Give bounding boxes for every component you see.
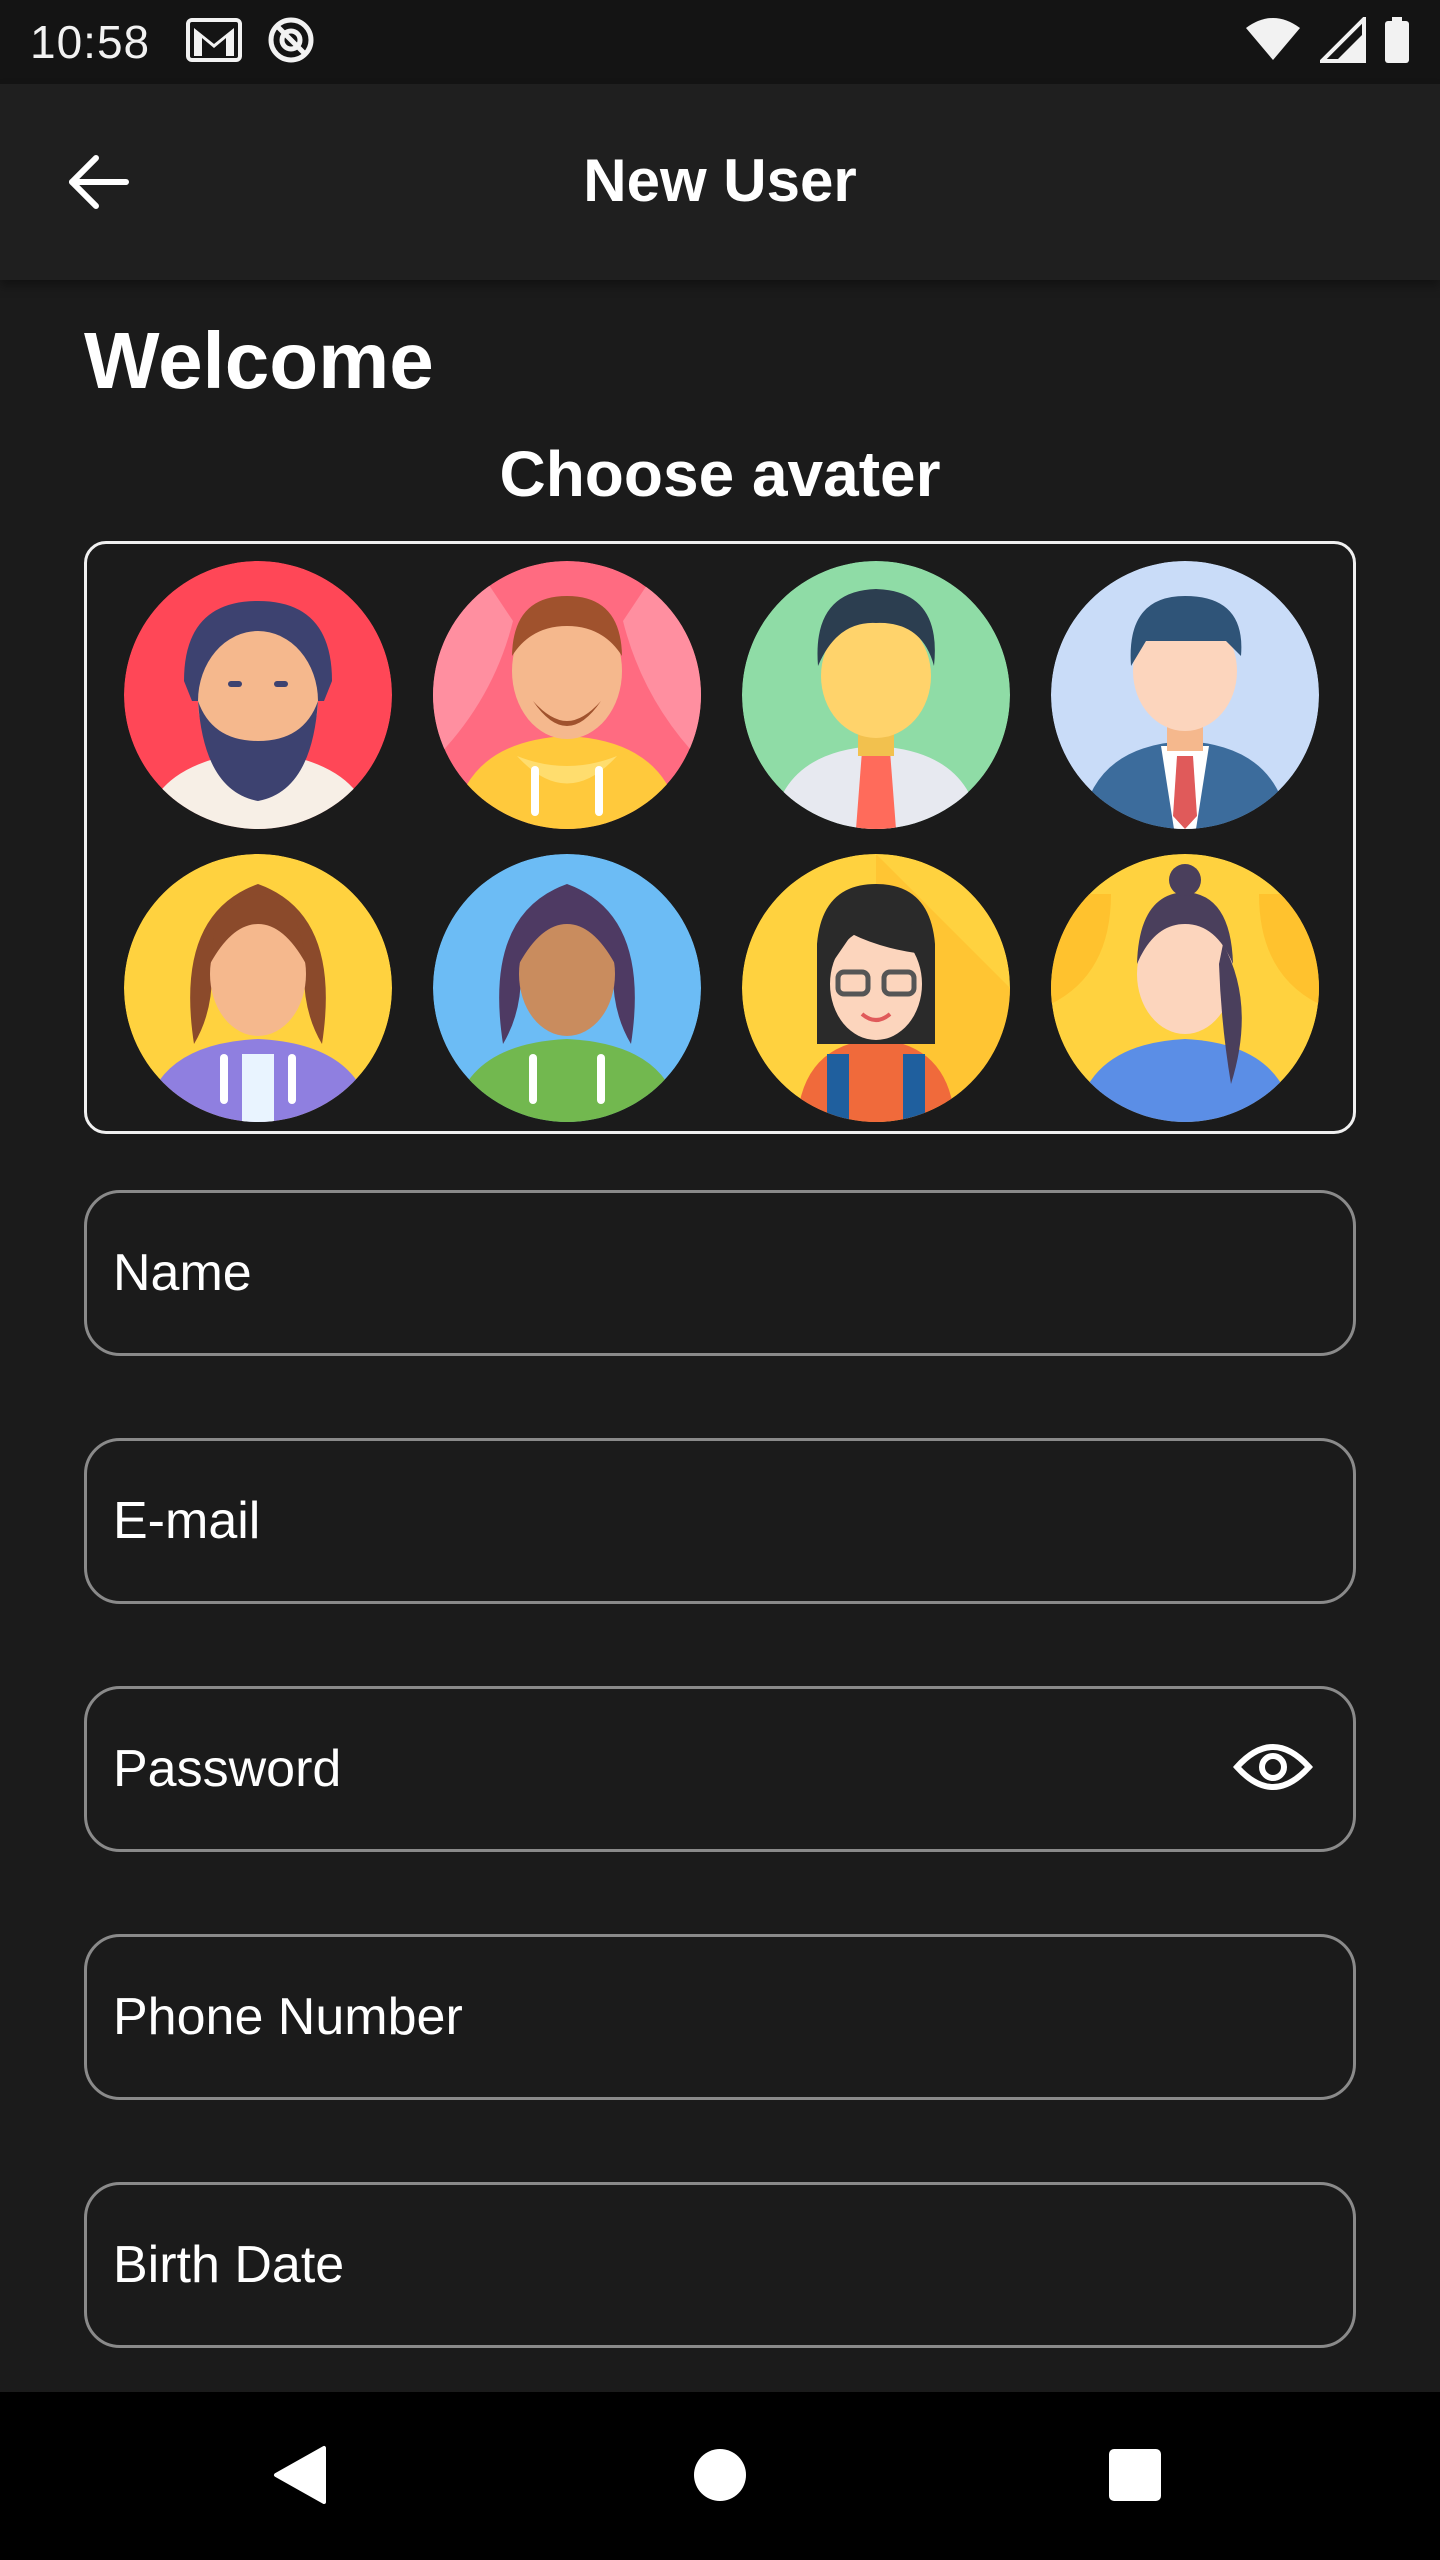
phone-field-label: Phone Number xyxy=(113,1988,463,2046)
no-disturb-icon xyxy=(266,15,316,70)
phone-field[interactable]: Phone Number xyxy=(84,1934,1356,2100)
signal-icon xyxy=(1317,13,1366,68)
avatar-hoodie-man[interactable] xyxy=(433,561,701,829)
page-title: New User xyxy=(583,147,857,214)
avatar-man-suit-blue[interactable] xyxy=(1051,561,1319,829)
square-recents-icon xyxy=(1107,2447,1163,2508)
avatar-woman-ponytail[interactable] xyxy=(1051,854,1319,1122)
gmail-icon xyxy=(186,17,243,67)
navigation-bar xyxy=(0,2392,1440,2560)
avatar-bearded-man[interactable] xyxy=(124,561,392,829)
nav-recents-button[interactable] xyxy=(1090,2432,1180,2522)
circle-home-icon xyxy=(692,2447,748,2508)
password-field-label: Password xyxy=(113,1740,342,1798)
wifi-icon xyxy=(1244,17,1302,67)
avatar-woman-purple-hoodie[interactable] xyxy=(124,854,392,1122)
birth-date-field[interactable]: Birth Date xyxy=(84,2182,1356,2348)
nav-home-button[interactable] xyxy=(675,2432,765,2522)
status-time: 10:58 xyxy=(30,16,151,68)
triangle-back-icon xyxy=(272,2444,328,2511)
name-field[interactable]: Name xyxy=(84,1190,1356,1356)
avatar-man-tie-green[interactable] xyxy=(742,561,1010,829)
birth-date-field-label: Birth Date xyxy=(113,2236,345,2294)
eye-icon xyxy=(1232,1739,1314,1800)
email-field-label: E-mail xyxy=(113,1492,261,1550)
avatar-woman-glasses[interactable] xyxy=(742,854,1010,1122)
password-visibility-toggle[interactable] xyxy=(1231,1727,1315,1811)
status-left-icons xyxy=(186,15,316,70)
nav-back-button[interactable] xyxy=(255,2432,345,2522)
name-field-label: Name xyxy=(113,1244,252,1302)
status-bar: 10:58 xyxy=(0,0,1440,84)
choose-avatar-label: Choose avater xyxy=(499,438,941,510)
app-bar: New User xyxy=(0,84,1440,280)
email-field[interactable]: E-mail xyxy=(84,1438,1356,1604)
avatar-woman-green-hoodie[interactable] xyxy=(433,854,701,1122)
password-field[interactable]: Password xyxy=(84,1686,1356,1852)
battery-icon xyxy=(1384,16,1410,68)
status-right-icons xyxy=(1244,13,1410,68)
avatar-picker xyxy=(84,541,1356,1134)
welcome-heading: Welcome xyxy=(84,316,434,405)
